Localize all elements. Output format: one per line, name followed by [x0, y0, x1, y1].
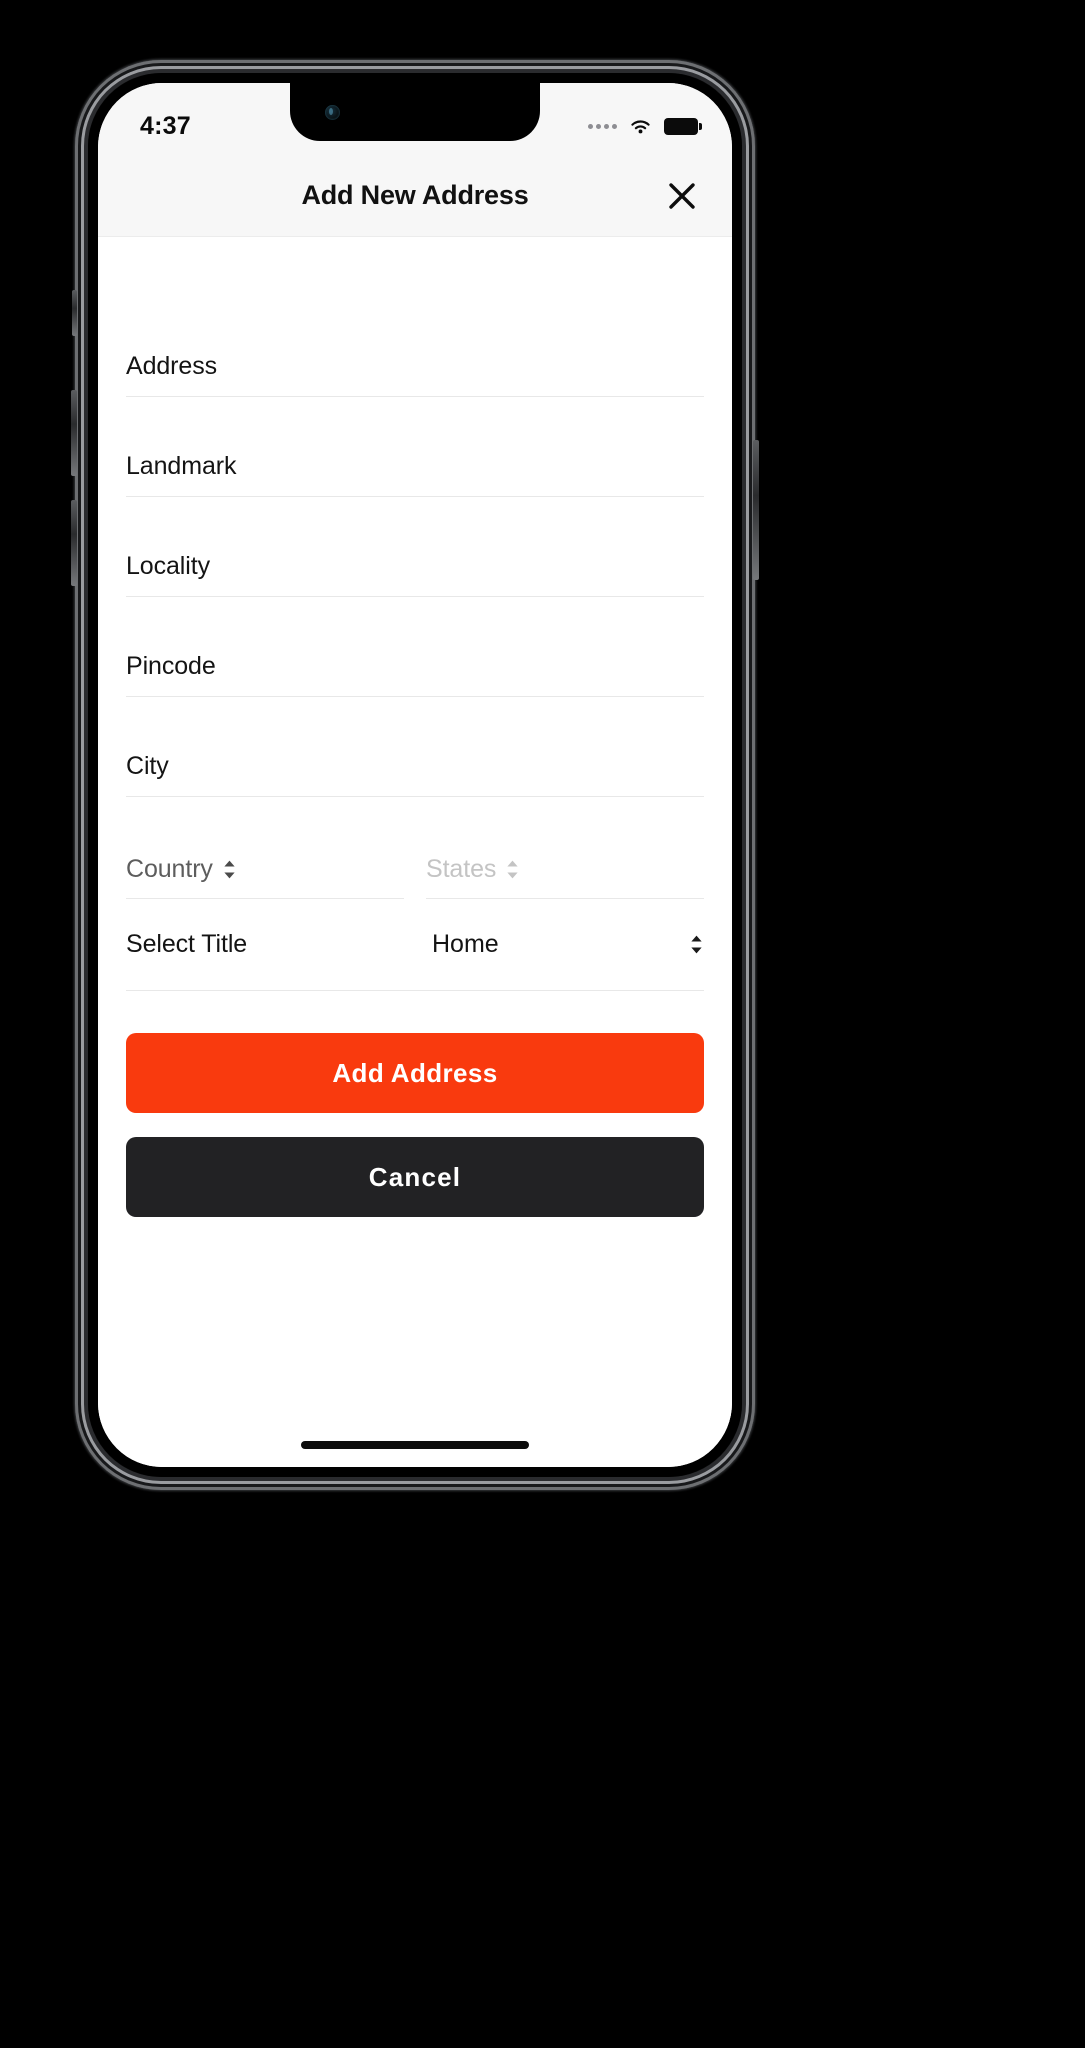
close-button[interactable]: [660, 174, 704, 218]
device-notch: [290, 83, 540, 141]
field-pincode[interactable]: Pincode: [126, 597, 704, 697]
power-button[interactable]: [753, 440, 759, 580]
select-title-label: Select Title: [126, 930, 248, 958]
field-label-pincode: Pincode: [126, 652, 216, 680]
field-address[interactable]: Address: [126, 237, 704, 397]
field-city[interactable]: City: [126, 697, 704, 797]
volume-up-button[interactable]: [71, 390, 77, 476]
cancel-button[interactable]: Cancel: [126, 1137, 704, 1217]
silent-switch[interactable]: [72, 290, 77, 336]
select-title-row[interactable]: Select Title Home: [126, 899, 704, 991]
country-state-row: Country States: [126, 799, 704, 899]
select-states[interactable]: States: [426, 799, 704, 899]
status-bar-indicators: [588, 117, 702, 136]
front-camera-icon: [325, 105, 340, 120]
select-country-label: Country: [126, 855, 213, 883]
field-landmark[interactable]: Landmark: [126, 397, 704, 497]
phone-screen: 4:37 Add New Address Address Landmark Lo…: [98, 83, 732, 1467]
page-title: Add New Address: [301, 180, 529, 210]
select-states-label: States: [426, 855, 497, 883]
home-indicator[interactable]: [301, 1441, 529, 1449]
select-title-value: Home: [432, 930, 499, 958]
address-form: Address Landmark Locality Pincode City C…: [98, 237, 732, 1467]
field-label-address: Address: [126, 352, 218, 380]
chevron-up-down-icon: [224, 860, 235, 879]
field-locality[interactable]: Locality: [126, 497, 704, 597]
signal-dots-icon: [588, 123, 617, 129]
battery-full-icon: [664, 117, 702, 135]
phone-device-frame: 4:37 Add New Address Address Landmark Lo…: [71, 60, 759, 1490]
add-address-button[interactable]: Add Address: [126, 1033, 704, 1113]
wifi-icon: [631, 119, 650, 133]
app-header: Add New Address: [98, 155, 732, 237]
field-label-locality: Locality: [126, 552, 210, 580]
volume-down-button[interactable]: [71, 500, 77, 586]
field-label-landmark: Landmark: [126, 452, 237, 480]
select-country[interactable]: Country: [126, 799, 404, 899]
close-x-icon: [669, 182, 695, 209]
field-label-city: City: [126, 752, 169, 780]
status-bar-time: 4:37: [140, 111, 191, 140]
chevron-up-down-icon: [507, 860, 518, 879]
chevron-up-down-icon: [691, 935, 702, 954]
screenshot-canvas: 4:37 Add New Address Address Landmark Lo…: [0, 0, 1085, 2048]
